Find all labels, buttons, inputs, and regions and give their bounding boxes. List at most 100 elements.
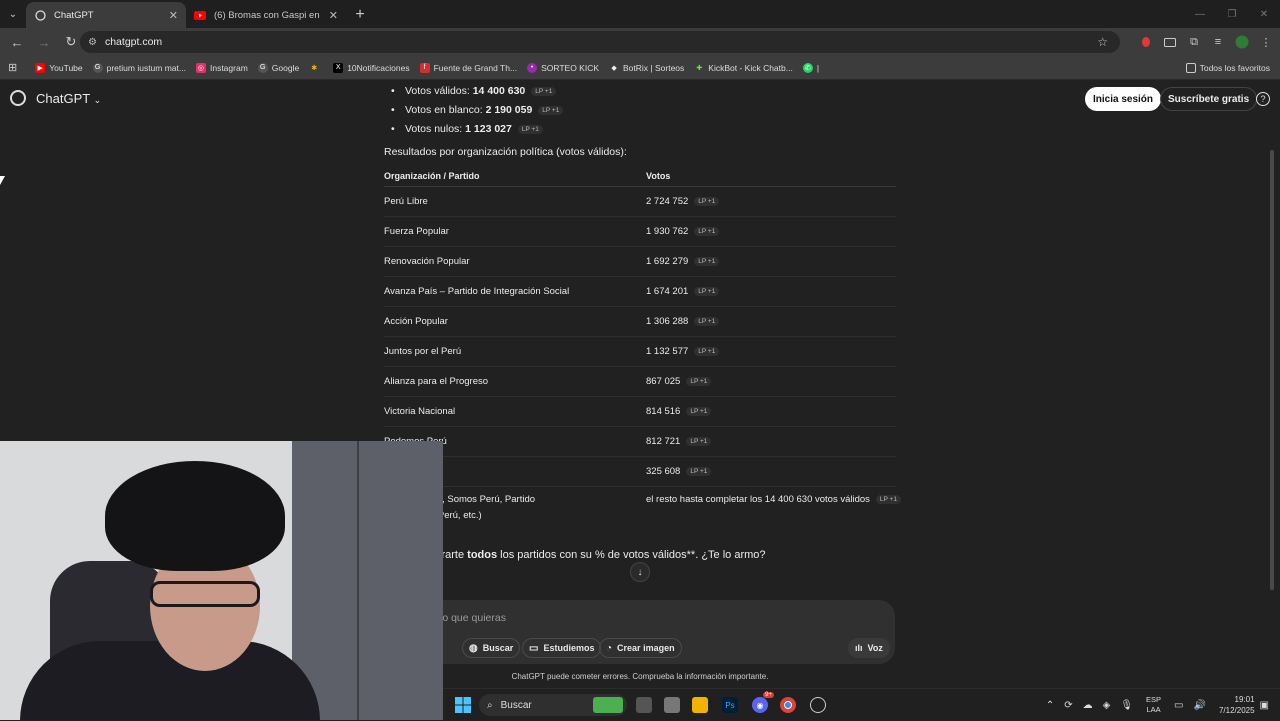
notifications-icon[interactable]: ▣	[1260, 700, 1269, 711]
defender-icon[interactable]: ◈	[1103, 700, 1111, 711]
file-explorer-icon[interactable]	[692, 697, 708, 713]
discord-icon[interactable]: ◉ 9+	[752, 692, 774, 713]
summary-item: Votos válidos: 14 400 630LP +1	[391, 85, 557, 97]
citation-pill[interactable]: LP +1	[694, 196, 720, 206]
search-icon: ⌕	[487, 699, 493, 711]
table-row: aciones (PPC, Somos Perú, PartidoUnión p…	[384, 488, 901, 528]
composer-placeholder[interactable]: lo que quieras	[440, 612, 506, 624]
microphone-icon[interactable]: 🎙	[1120, 700, 1133, 711]
model-selector[interactable]: ChatGPT ⌄	[36, 91, 101, 106]
chrome-icon[interactable]	[780, 697, 796, 713]
windows-start-icon[interactable]	[455, 697, 471, 713]
voice-button[interactable]: ıIı Voz	[848, 638, 890, 658]
citation-pill[interactable]: LP +1	[694, 316, 720, 326]
extension-red-icon[interactable]	[1138, 34, 1154, 50]
bookmark-pretium[interactable]: Gpretium iustum mat...	[92, 62, 186, 73]
task-view-icon[interactable]	[636, 697, 652, 713]
network-icon[interactable]: ▭	[1174, 700, 1183, 711]
restore-icon[interactable]: ❐	[1216, 0, 1248, 28]
create-image-button[interactable]: ◔ Crear imagen	[599, 638, 682, 658]
slack-icon: ✱	[309, 62, 320, 73]
tab-search-icon[interactable]: ⌄	[0, 0, 26, 28]
new-tab-button[interactable]: +	[346, 2, 374, 28]
citation-pill[interactable]: LP +1	[531, 86, 557, 96]
window-controls: — ❐ ✕	[1184, 0, 1280, 28]
citation-pill[interactable]: LP +1	[686, 376, 712, 386]
bookmark-youtube[interactable]: ▶ YouTube	[35, 62, 83, 73]
bookmark-google[interactable]: G Google	[257, 62, 299, 73]
tab-strip: ⌄ ChatGPT ✕ (6) Bromas con Gaspi en Perú…	[0, 0, 1280, 28]
sync-icon[interactable]: ⟳	[1064, 700, 1072, 711]
clock[interactable]: 19:01 7/12/2025	[1219, 694, 1255, 716]
site-info-icon[interactable]: ⚙	[88, 37, 97, 48]
bookmark-star-icon[interactable]: ☆	[1097, 35, 1108, 49]
votes-cell: 1 674 201 LP +1	[646, 286, 720, 297]
signup-button[interactable]: Suscríbete gratis	[1160, 87, 1258, 111]
summary-item: Votos en blanco: 2 190 059LP +1	[391, 104, 564, 116]
study-button[interactable]: ▭ Estudiemos	[522, 638, 602, 658]
citation-pill[interactable]: LP +1	[686, 436, 712, 446]
tab-chatgpt[interactable]: ChatGPT ✕	[26, 2, 186, 28]
browser-menu-icon[interactable]: ⋮	[1258, 34, 1274, 50]
search-button[interactable]: ◍ Buscar	[462, 638, 521, 658]
extensions-puzzle-icon[interactable]: ⧉	[1186, 34, 1202, 50]
citation-pill[interactable]: LP +1	[694, 226, 720, 236]
chatgpt-header: ChatGPT ⌄ Inicia sesión Suscríbete grati…	[0, 82, 1280, 116]
bookmark-slack[interactable]: ✱	[309, 62, 323, 73]
app-icon[interactable]	[810, 697, 826, 713]
table-row: Renovación Popular 1 692 279 LP +1	[384, 247, 896, 277]
volume-icon[interactable]: 🔊	[1194, 700, 1206, 711]
notification-badge: 9+	[763, 692, 774, 698]
taskbar-search[interactable]: ⌕ Buscar	[479, 694, 627, 716]
scroll-down-icon[interactable]: ↓	[630, 562, 650, 582]
close-tab-icon[interactable]: ✕	[169, 9, 178, 22]
language-indicator[interactable]: ESP LAA	[1146, 695, 1161, 715]
tab-youtube[interactable]: (6) Bromas con Gaspi en Perú - ✕	[186, 2, 346, 28]
bookmark-instagram[interactable]: ◎ Instagram	[195, 62, 248, 73]
media-control-icon[interactable]: ≡	[1210, 34, 1226, 50]
message-composer[interactable]: lo que quieras r ◍Buscar ▭Estudiemos ◔Cr…	[384, 600, 895, 664]
windows-taskbar: ⌕ Buscar Ps ◉ 9+ ⌃ ⟳ ☁ ◈ 🎙 ESP LAA ▭ 🔊 19:0…	[443, 688, 1280, 720]
votes-cell: 1 306 288 LP +1	[646, 316, 720, 327]
bookmark-botrix[interactable]: ◆ BotRix | Sorteos	[609, 62, 684, 73]
citation-pill[interactable]: LP +1	[686, 406, 712, 416]
app-icon[interactable]	[664, 697, 680, 713]
waveform-icon: ıIı	[855, 643, 863, 653]
close-tab-icon[interactable]: ✕	[329, 9, 338, 22]
close-window-icon[interactable]: ✕	[1248, 0, 1280, 28]
back-icon[interactable]: ←	[5, 30, 29, 54]
party-name: Victoria Nacional	[384, 406, 456, 417]
address-bar[interactable]: ⚙ chatgpt.com ☆	[80, 31, 1120, 53]
citation-pill[interactable]: LP +1	[686, 466, 712, 476]
table-row: Perú Libre 2 724 752 LP +1	[384, 187, 896, 217]
bookmark-whatsapp[interactable]: ✆ |	[802, 62, 819, 73]
forward-icon[interactable]: →	[32, 30, 56, 54]
cloud-icon[interactable]: ☁	[1083, 700, 1093, 711]
bookmark-sorteo-kick[interactable]: • SORTEO KICK	[527, 62, 599, 73]
apps-grid-icon[interactable]: ⊞	[8, 61, 17, 74]
extension-card-icon[interactable]	[1162, 34, 1178, 50]
bookmark-grand-theft[interactable]: f Fuente de Grand Th...	[419, 62, 517, 73]
citation-pill[interactable]: LP +1	[875, 494, 901, 504]
youtube-icon: ▶	[35, 62, 46, 73]
page-scrollbar[interactable]	[1270, 150, 1274, 590]
citation-pill[interactable]: LP +1	[517, 124, 543, 134]
kickbot-icon: ✚	[694, 62, 705, 73]
citation-pill[interactable]: LP +1	[538, 105, 564, 115]
votes-cell: 1 930 762 LP +1	[646, 226, 720, 237]
all-bookmarks[interactable]: Todos los favoritos	[1185, 62, 1270, 73]
openai-logo-icon[interactable]	[10, 90, 26, 106]
votes-cell: el resto hasta completar los 14 400 630 …	[646, 494, 901, 505]
login-button[interactable]: Inicia sesión	[1085, 87, 1162, 111]
help-icon[interactable]: ?	[1256, 92, 1270, 106]
profile-avatar-icon[interactable]	[1234, 34, 1250, 50]
party-name: Avanza País – Partido de Integración Soc…	[384, 286, 570, 297]
minimize-icon[interactable]: —	[1184, 0, 1216, 28]
citation-pill[interactable]: LP +1	[694, 256, 720, 266]
photoshop-icon[interactable]: Ps	[722, 697, 738, 713]
citation-pill[interactable]: LP +1	[694, 346, 720, 356]
bookmark-10notificaciones[interactable]: X 10Notificaciones	[333, 62, 410, 73]
bookmark-kickbot[interactable]: ✚ KickBot - Kick Chatb...	[694, 62, 793, 73]
citation-pill[interactable]: LP +1	[694, 286, 720, 296]
chevron-up-icon[interactable]: ⌃	[1046, 700, 1054, 711]
